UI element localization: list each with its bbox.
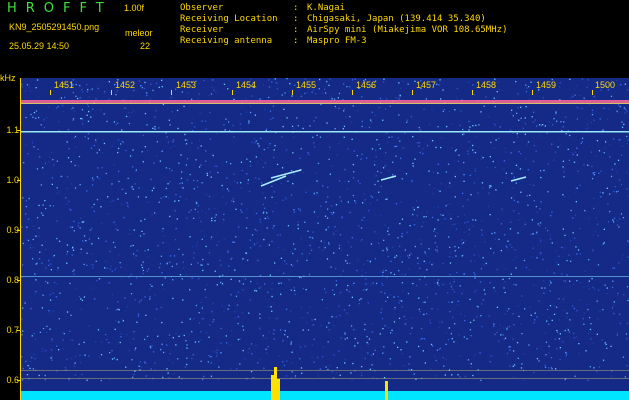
x-tick-label: 1456	[356, 80, 377, 90]
x-tick-label: 1451	[54, 80, 75, 90]
info-row-observer: Observer: K.Nagai	[180, 3, 345, 13]
x-tick-label: 1452	[115, 80, 136, 90]
y-axis-unit: kHz	[0, 73, 16, 83]
app-title: HROFFT	[7, 1, 113, 16]
x-tick	[532, 90, 533, 95]
info-value: AirSpy mini (Miakejima VOR 108.65MHz)	[307, 25, 508, 35]
file-name: KN9_2505291450.png	[9, 22, 100, 32]
y-tick	[17, 180, 21, 181]
date-time: 25.05.29 14:50	[9, 41, 70, 51]
y-tick	[17, 380, 21, 381]
x-tick	[412, 90, 413, 95]
y-tick	[17, 280, 21, 281]
y-tick	[17, 330, 21, 331]
x-tick-label: 1458	[476, 80, 497, 90]
info-value: Chigasaki, Japan (139.414 35.340)	[307, 14, 486, 24]
info-key: Receiving antenna	[180, 36, 273, 46]
info-row-antenna: Receiving antenna: Maspro FM-3	[180, 36, 367, 46]
x-tick	[292, 90, 293, 95]
info-row-receiver: Receiver: AirSpy mini (Miakejima VOR 108.…	[180, 25, 508, 35]
x-tick-label: 1457	[416, 80, 437, 90]
info-value: K.Nagai	[307, 3, 345, 13]
x-tick-label: 1500	[595, 80, 616, 90]
version-label: 1.00f	[124, 3, 145, 13]
spectrogram-plot[interactable]	[20, 78, 629, 400]
x-tick	[111, 90, 112, 95]
info-value: Maspro FM-3	[307, 36, 367, 46]
mode-label: meleor	[125, 28, 153, 38]
y-tick	[17, 130, 21, 131]
x-tick	[592, 90, 593, 95]
info-key: Receiving Location	[180, 14, 278, 24]
x-tick	[232, 90, 233, 95]
x-tick	[50, 90, 51, 95]
detection-count: 22	[140, 41, 151, 51]
y-tick	[17, 230, 21, 231]
x-tick	[352, 90, 353, 95]
x-tick-label: 1459	[536, 80, 557, 90]
header-panel: HROFFT 1.00f KN9_2505291450.png meleor 2…	[0, 0, 629, 78]
x-tick-label: 1453	[176, 80, 197, 90]
x-tick-label: 1454	[236, 80, 257, 90]
info-row-location: Receiving Location: Chigasaki, Japan (139…	[180, 14, 486, 24]
x-tick	[472, 90, 473, 95]
info-key: Receiver	[180, 25, 224, 35]
spectrogram-canvas	[21, 78, 629, 400]
info-key: Observer	[180, 3, 224, 13]
x-tick	[171, 90, 172, 95]
x-tick-label: 1455	[296, 80, 317, 90]
